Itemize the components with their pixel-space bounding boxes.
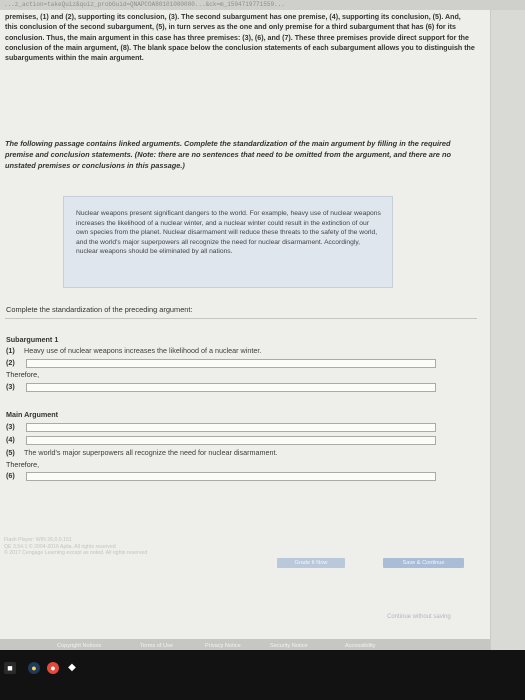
watermark-line-3: © 2017 Cengage Learning except as noted.…	[4, 550, 148, 557]
statement-number: (2)	[6, 358, 15, 367]
app-icon[interactable]: ■	[4, 662, 16, 674]
passage-box: Nuclear weapons present significant dang…	[63, 196, 393, 288]
sub1-statement-2: (2)	[6, 358, 24, 367]
footer-accessibility-link[interactable]: Accessibility	[345, 643, 375, 649]
main-premise-3-input[interactable]	[26, 423, 436, 432]
instructions: The following passage contains linked ar…	[5, 139, 451, 170]
grade-it-now-button[interactable]: Grade It Now	[277, 558, 345, 568]
main-argument-title: Main Argument	[6, 410, 59, 419]
statement-text: The world's major superpowers all recogn…	[24, 448, 278, 457]
chrome-icon[interactable]: ●	[28, 662, 40, 674]
statement-number: (5)	[6, 448, 15, 457]
version-watermark: Flash Player: WIN 26,0,0,151 QE 3.54.1 ©…	[4, 537, 174, 557]
main-statement-3: (3)	[6, 422, 24, 431]
main-statement-4: (4)	[6, 435, 24, 444]
sub1-statement-1: (1) Heavy use of nuclear weapons increase…	[6, 346, 261, 355]
sub1-conclusion-3-input[interactable]	[26, 383, 436, 392]
browser-url-bar[interactable]: ...z_action=takeQuiz&quiz_probGuid=QNAPC…	[0, 0, 525, 10]
footer-terms-link[interactable]: Terms of Use	[140, 643, 173, 649]
footer-privacy-link[interactable]: Privacy Notice	[205, 643, 241, 649]
standardization-prompt: Complete the standardization of the prec…	[6, 305, 193, 314]
sub1-therefore: Therefore,	[6, 370, 40, 379]
statement-number: (3)	[6, 422, 15, 431]
statement-number: (6)	[6, 471, 15, 480]
main-statement-5: (5) The world's major superpowers all rec…	[6, 448, 277, 457]
footer-security-link[interactable]: Security Notice	[270, 643, 308, 649]
statement-number: (4)	[6, 435, 15, 444]
main-premise-4-input[interactable]	[26, 436, 436, 445]
firefox-icon[interactable]: ●	[47, 662, 59, 674]
continue-without-saving-link[interactable]: Continue without saving	[387, 614, 451, 620]
footer-copyright-link[interactable]: Copyright Notices	[57, 643, 101, 649]
dropbox-icon[interactable]: ◆	[66, 662, 78, 674]
sub1-premise-2-input[interactable]	[26, 359, 436, 368]
main-therefore: Therefore,	[6, 460, 40, 469]
divider	[5, 318, 477, 319]
save-and-continue-button[interactable]: Save & Continue	[383, 558, 464, 568]
quiz-page: premises, (1) and (2), supporting its co…	[0, 10, 490, 660]
os-taskbar: ■ ● ● ◆	[0, 650, 525, 700]
watermark-line-1: Flash Player: WIN 26,0,0,151	[4, 537, 72, 543]
passage-text: Nuclear weapons present significant dang…	[76, 210, 381, 256]
main-statement-6: (6)	[6, 471, 24, 480]
statement-number: (1)	[6, 346, 15, 355]
subargument-1-title: Subargument 1	[6, 335, 59, 344]
main-conclusion-6-input[interactable]	[26, 472, 436, 481]
statement-number: (3)	[6, 382, 15, 391]
sub1-statement-3: (3)	[6, 382, 24, 391]
statement-text: Heavy use of nuclear weapons increases t…	[24, 346, 262, 355]
intro-paragraph: premises, (1) and (2), supporting its co…	[5, 13, 475, 63]
